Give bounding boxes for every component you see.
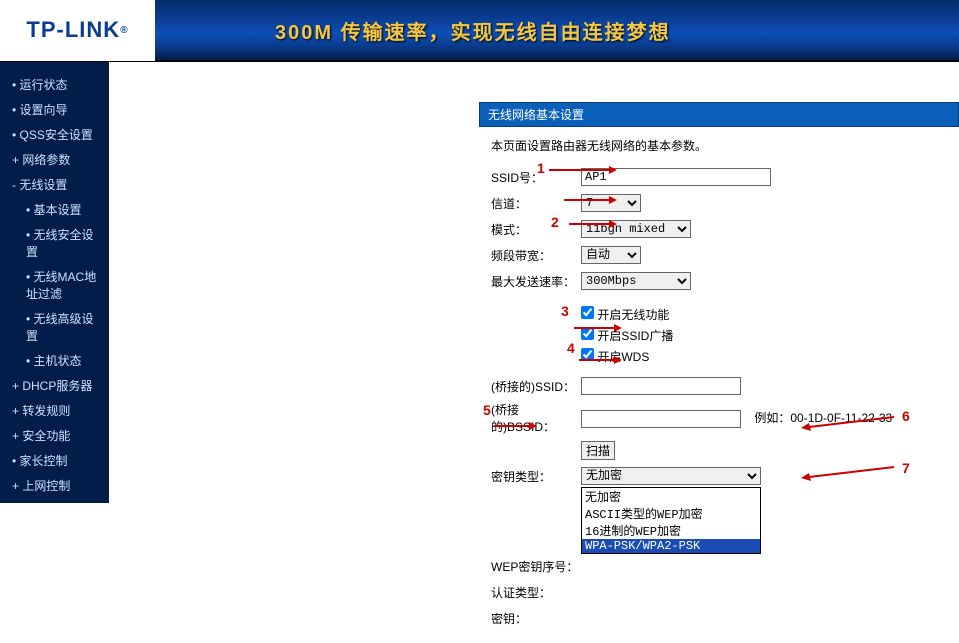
sidebar-item[interactable]: 运行状态 [0,72,109,97]
bssid-hint: 例如：00-1D-0F-11-22-33 [754,411,892,425]
sidebar-item[interactable]: DHCP服务器 [0,373,109,398]
bandwidth-label: 频段带宽： [491,247,581,264]
sidebar-item[interactable]: 路由功能 [0,498,109,503]
bridge-bssid-input[interactable] [581,410,741,428]
sidebar-item[interactable]: 无线MAC地址过滤 [0,264,109,306]
keytype-select[interactable]: 无加密 [581,467,761,485]
bridge-bssid-label: (桥接的)BSSID： [491,401,581,435]
sidebar-item[interactable]: 家长控制 [0,448,109,473]
wep-index-label: WEP密钥序号： [491,558,581,575]
keytype-option[interactable]: 无加密 [582,488,760,505]
panel-description: 本页面设置路由器无线网络的基本参数。 [491,137,947,154]
keytype-dropdown-list[interactable]: 无加密ASCII类型的WEP加密16进制的WEP加密WPA-PSK/WPA2-P… [581,487,761,554]
maxrate-label: 最大发送速率： [491,273,581,290]
sidebar-item[interactable]: 上网控制 [0,473,109,498]
sidebar-item[interactable]: 设置向导 [0,97,109,122]
header: TP-LINK® 300M 传输速率，实现无线自由连接梦想 [0,0,959,62]
sidebar-item[interactable]: 安全功能 [0,423,109,448]
sidebar-item[interactable]: 无线安全设置 [0,222,109,264]
auth-label: 认证类型： [491,584,581,601]
enable-wireless-checkbox[interactable] [581,306,594,319]
bridge-ssid-label: (桥接的)SSID： [491,378,581,395]
scan-button[interactable]: 扫描 [581,441,615,460]
maxrate-select[interactable]: 300Mbps [581,272,691,290]
keytype-label: 密钥类型： [491,468,581,485]
sidebar-item[interactable]: 主机状态 [0,348,109,373]
key-label: 密钥： [491,610,581,627]
sidebar-item[interactable]: 基本设置 [0,197,109,222]
brand-logo: TP-LINK® [0,0,155,61]
mode-select[interactable]: 11bgn mixed [581,220,691,238]
enable-wds-checkbox[interactable] [581,348,594,361]
sidebar-item[interactable]: 网络参数 [0,147,109,172]
keytype-option[interactable]: ASCII类型的WEP加密 [582,505,760,522]
panel-title: 无线网络基本设置 [479,102,959,127]
bridge-ssid-input[interactable] [581,377,741,395]
ssid-input[interactable] [581,168,771,186]
sidebar-item[interactable]: QSS安全设置 [0,122,109,147]
header-slogan: 300M 传输速率，实现无线自由连接梦想 [275,16,671,45]
channel-label: 信道： [491,195,581,212]
enable-ssid-broadcast-label: 开启SSID广播 [597,329,673,343]
sidebar-item[interactable]: 无线设置 [0,172,109,197]
sidebar-item[interactable]: 无线高级设置 [0,306,109,348]
enable-ssid-broadcast-checkbox[interactable] [581,327,594,340]
bandwidth-select[interactable]: 自动 [581,246,641,264]
mode-label: 模式： [491,221,581,238]
keytype-option[interactable]: WPA-PSK/WPA2-PSK [582,539,760,553]
channel-select[interactable]: 7 [581,194,641,212]
enable-wds-label: 开启WDS [597,350,649,364]
enable-wireless-label: 开启无线功能 [597,308,669,322]
ssid-label: SSID号： [491,169,581,186]
sidebar: 运行状态设置向导QSS安全设置网络参数无线设置基本设置无线安全设置无线MAC地址… [0,62,109,503]
keytype-option[interactable]: 16进制的WEP加密 [582,522,760,539]
sidebar-item[interactable]: 转发规则 [0,398,109,423]
wireless-settings-panel: 无线网络基本设置 本页面设置路由器无线网络的基本参数。 SSID号： 信道： 7… [479,102,959,643]
